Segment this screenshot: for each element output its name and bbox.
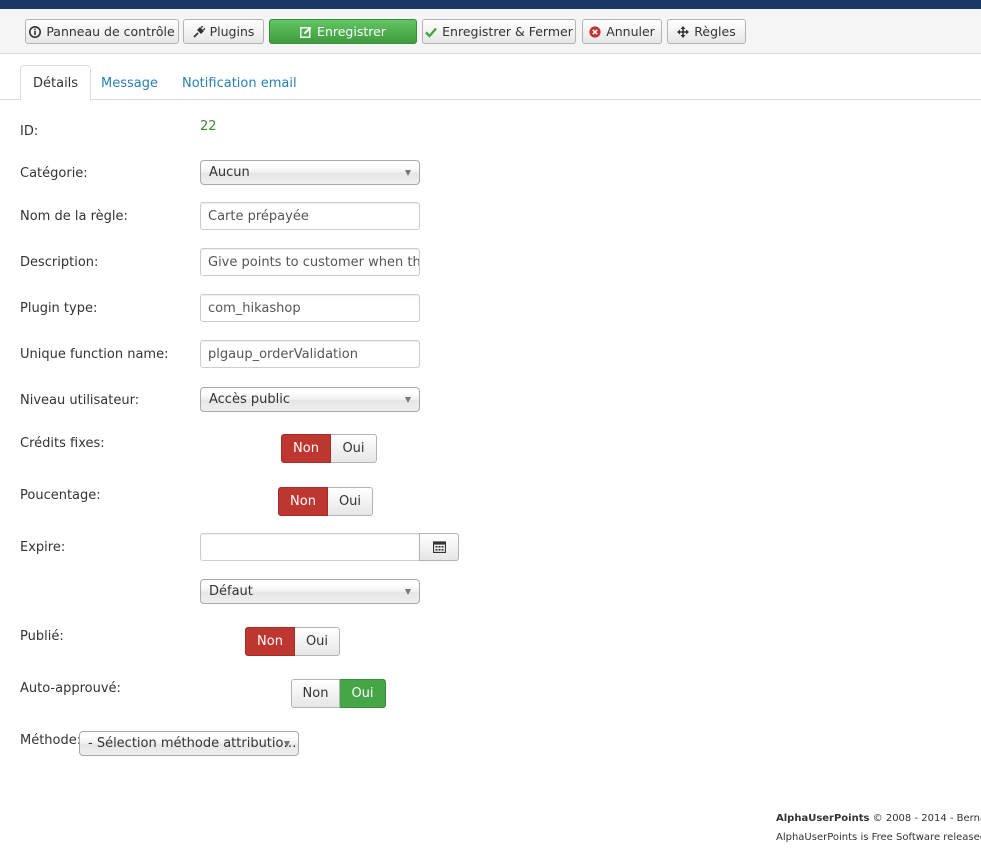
fixed-credits-yes-button[interactable]: Oui: [331, 434, 377, 463]
info-circle-icon: [29, 25, 42, 38]
rule-name-label: Nom de la règle:: [20, 209, 128, 224]
description-label: Description:: [20, 255, 99, 270]
check-icon: [425, 26, 438, 38]
footer-copyright-text: © 2008 - 2014 - Bernar: [869, 813, 981, 824]
footer-copyright: AlphaUserPoints © 2008 - 2014 - Bernar: [776, 813, 981, 824]
save-close-button[interactable]: Enregistrer & Fermer: [422, 19, 576, 44]
published-no-button[interactable]: Non: [245, 627, 295, 656]
rule-name-field[interactable]: Carte prépayée: [200, 202, 420, 230]
plugins-button[interactable]: Plugins: [183, 19, 264, 44]
auto-approved-toggle: Non Oui: [291, 679, 386, 708]
cancel-circle-icon: [589, 25, 601, 38]
rules-label: Règles: [694, 24, 736, 39]
move-icon: [677, 25, 690, 38]
auto-approved-no-button[interactable]: Non: [291, 679, 340, 708]
toolbar: Panneau de contrôle Plugins Enregistrer …: [0, 9, 981, 54]
percentage-yes-button[interactable]: Oui: [328, 487, 373, 516]
admin-top-bar: [0, 0, 981, 9]
fixed-credits-toggle: Non Oui: [281, 434, 377, 463]
expire-select-value: Défaut: [209, 584, 253, 599]
cancel-label: Annuler: [606, 24, 655, 39]
rules-button[interactable]: Règles: [667, 19, 746, 44]
method-value: - Sélection méthode attributio…: [88, 736, 297, 751]
function-name-field[interactable]: plgaup_orderValidation: [200, 340, 420, 368]
footer-license: AlphaUserPoints is Free Software release…: [776, 832, 981, 843]
published-yes-button[interactable]: Oui: [295, 627, 340, 656]
tab-bar: Détails Message Notification email: [0, 63, 981, 101]
plugins-label: Plugins: [209, 24, 255, 39]
category-select[interactable]: Aucun: [200, 160, 420, 185]
expire-label: Expire:: [20, 540, 66, 555]
category-label: Catégorie:: [20, 166, 88, 181]
calendar-icon: [432, 541, 446, 553]
description-field[interactable]: Give points to customer when the o: [200, 248, 420, 276]
user-level-value: Accès public: [209, 392, 290, 407]
plugin-type-field[interactable]: com_hikashop: [200, 294, 420, 322]
method-label: Méthode:: [20, 733, 82, 748]
function-name-label: Unique function name:: [20, 347, 169, 362]
cancel-button[interactable]: Annuler: [582, 19, 662, 44]
method-select[interactable]: - Sélection méthode attributio…: [79, 731, 299, 756]
id-label: ID:: [20, 124, 39, 139]
id-value: 22: [200, 119, 217, 134]
category-value: Aucun: [209, 165, 250, 180]
expire-date-field[interactable]: [200, 533, 420, 561]
published-label: Publié:: [20, 629, 64, 644]
footer-brand: AlphaUserPoints: [776, 813, 870, 824]
percentage-no-button[interactable]: Non: [278, 487, 328, 516]
percentage-label: Poucentage:: [20, 488, 101, 503]
control-panel-button[interactable]: Panneau de contrôle: [25, 19, 179, 44]
tab-notification-email[interactable]: Notification email: [170, 65, 309, 101]
control-panel-label: Panneau de contrôle: [46, 24, 175, 39]
save-label: Enregistrer: [317, 24, 386, 39]
edit-icon: [300, 26, 312, 38]
auto-approved-label: Auto-approuvé:: [20, 681, 121, 696]
user-level-select[interactable]: Accès public: [200, 387, 420, 412]
chevron-down-icon: [405, 397, 411, 403]
percentage-toggle: Non Oui: [278, 487, 373, 516]
save-button[interactable]: Enregistrer: [269, 19, 417, 44]
fixed-credits-no-button[interactable]: Non: [281, 434, 331, 463]
user-level-label: Niveau utilisateur:: [20, 393, 140, 408]
fixed-credits-label: Crédits fixes:: [20, 436, 105, 451]
expire-select[interactable]: Défaut: [200, 579, 420, 604]
plugin-type-label: Plugin type:: [20, 301, 98, 316]
tab-message[interactable]: Message: [89, 65, 170, 101]
auto-approved-yes-button[interactable]: Oui: [340, 679, 386, 708]
published-toggle: Non Oui: [245, 627, 340, 656]
chevron-down-icon: [405, 170, 411, 176]
chevron-down-icon: [405, 589, 411, 595]
plug-icon: [192, 25, 205, 38]
tab-details[interactable]: Détails: [20, 65, 92, 101]
calendar-button[interactable]: [419, 533, 459, 561]
chevron-down-icon: [284, 741, 290, 747]
save-close-label: Enregistrer & Fermer: [442, 24, 573, 39]
